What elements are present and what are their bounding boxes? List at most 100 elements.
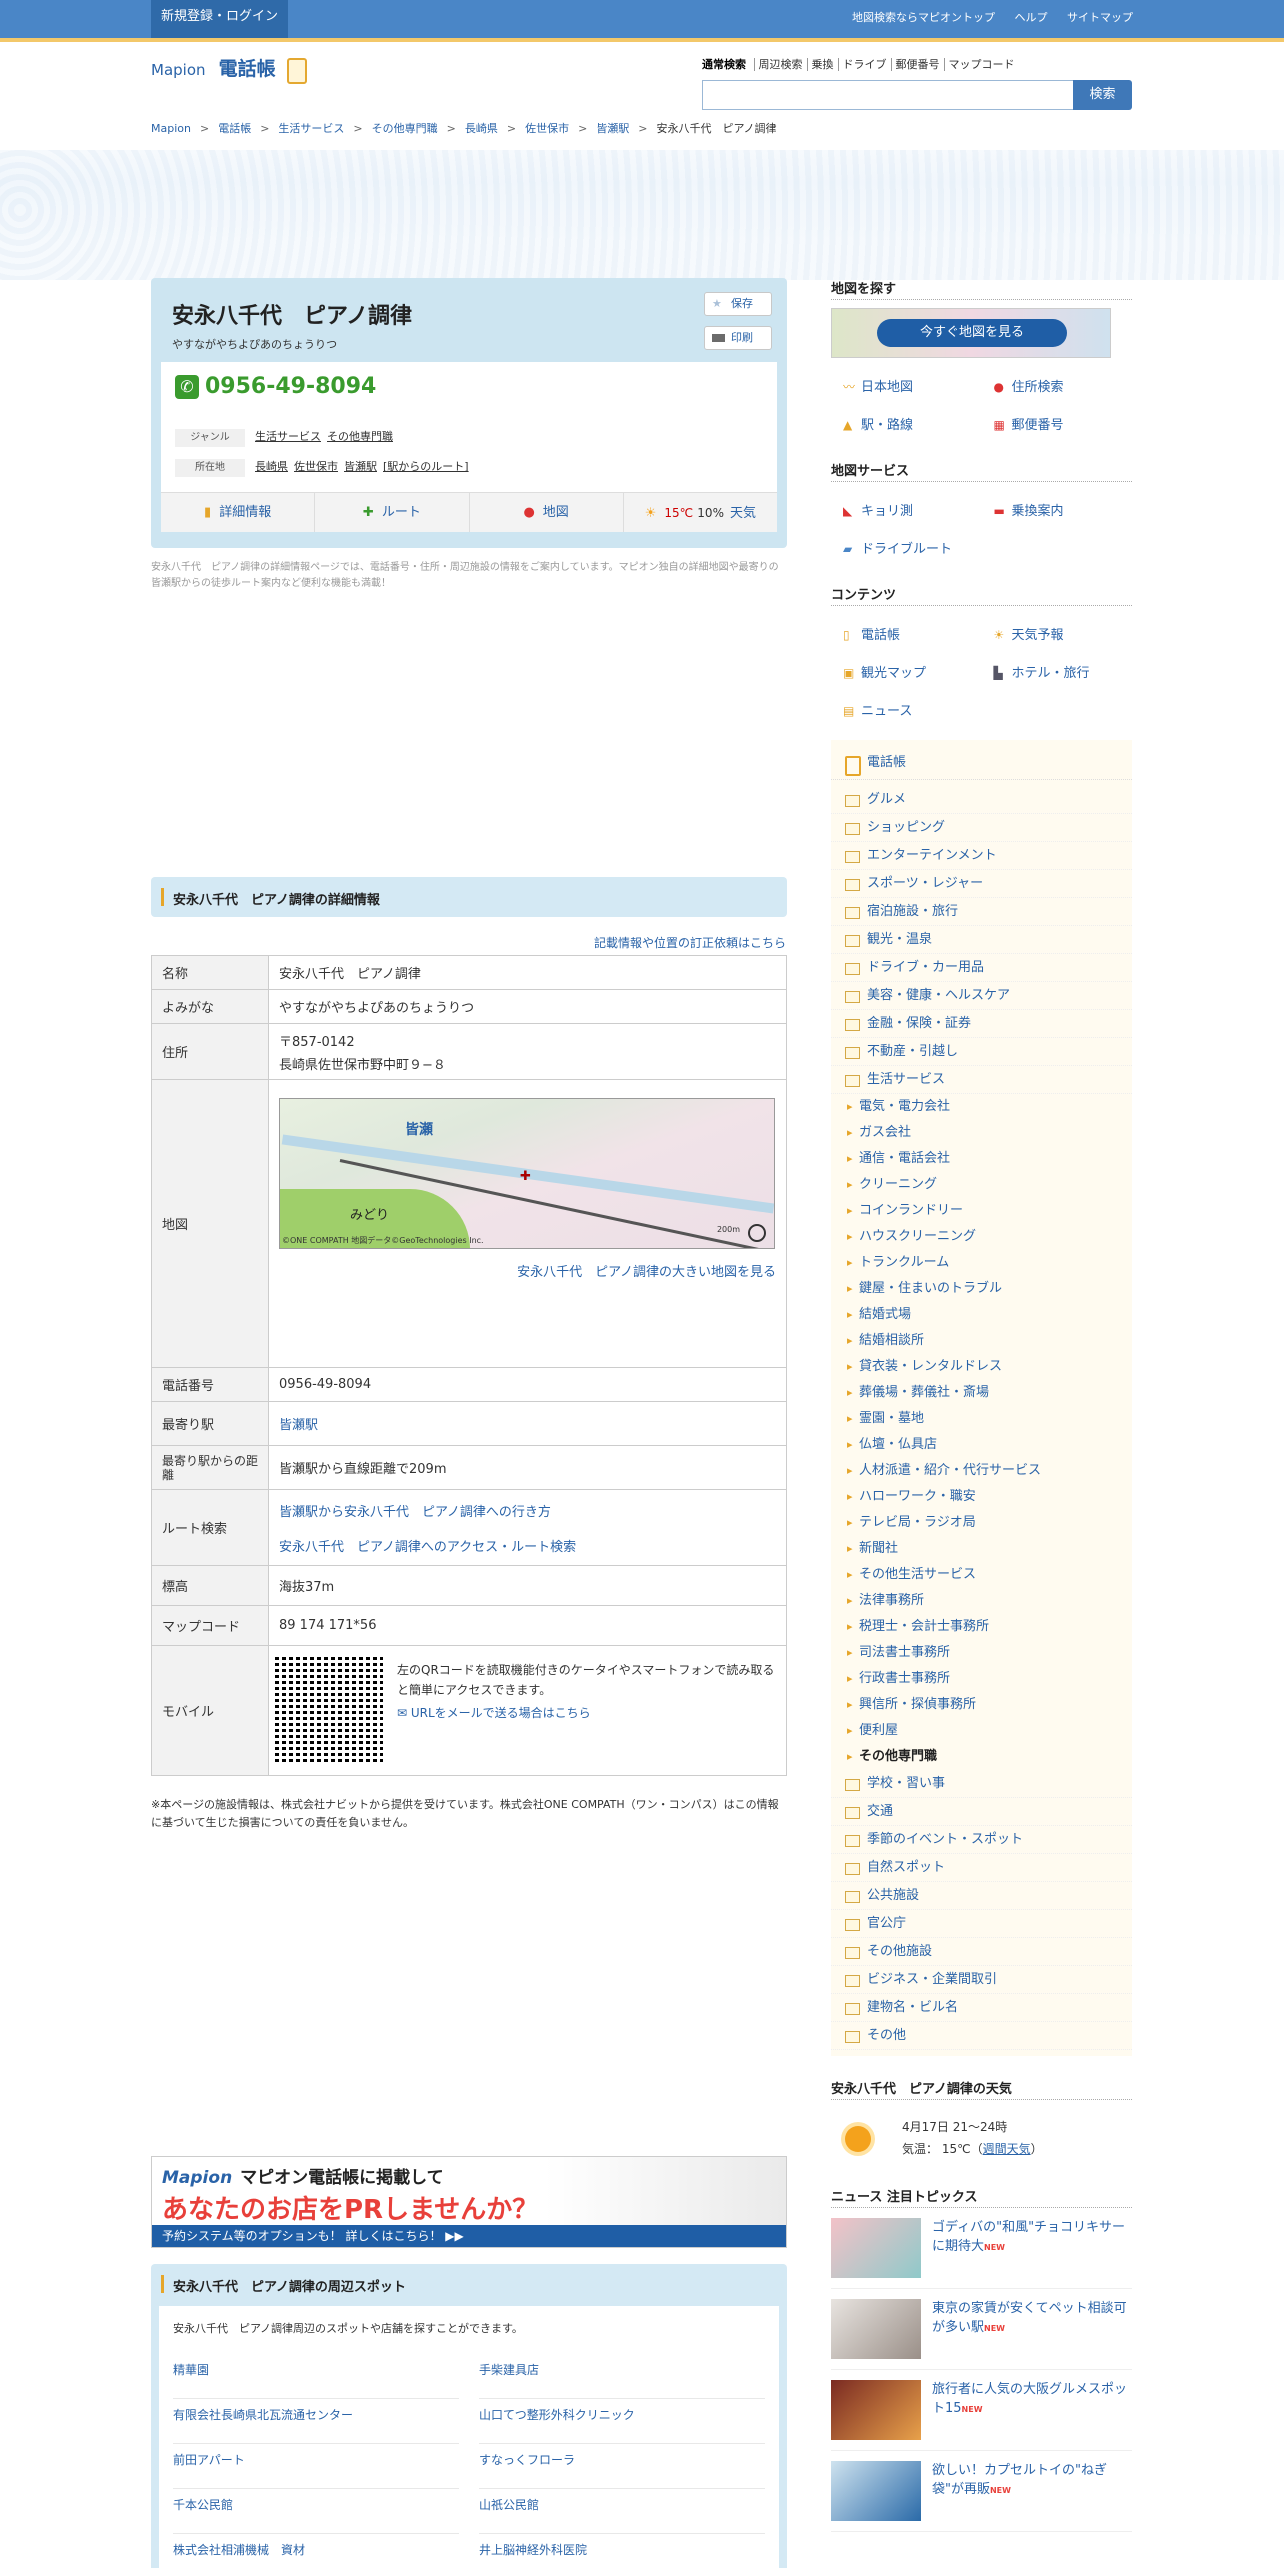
category-item[interactable]: 建物名・ビル名 — [831, 1994, 1132, 2022]
subcategory-item[interactable]: 貸衣装・レンタルドレス — [831, 1354, 1132, 1380]
subcategory-item[interactable]: ハローワーク・職安 — [831, 1484, 1132, 1510]
weather-link[interactable]: ☀ 天気予報 — [982, 616, 1133, 654]
subcategory-item[interactable]: 通信・電話会社 — [831, 1146, 1132, 1172]
help-link[interactable]: ヘルプ — [1015, 11, 1048, 24]
subcategory-item[interactable]: ガス会社 — [831, 1120, 1132, 1146]
category-item[interactable]: エンターテインメント — [831, 842, 1132, 870]
news-link[interactable]: ▤ ニュース — [831, 692, 982, 730]
genre-life[interactable]: 生活サービス — [255, 430, 321, 443]
subcategory-item[interactable]: 税理士・会計士事務所 — [831, 1614, 1132, 1640]
category-heading[interactable]: 電話帳 — [831, 746, 1132, 780]
category-item[interactable]: 不動産・引越し — [831, 1038, 1132, 1066]
mapion-logo[interactable]: Mapion — [151, 61, 206, 79]
subcategory-item[interactable]: 結婚相談所 — [831, 1328, 1132, 1354]
category-item[interactable]: その他 — [831, 2022, 1132, 2050]
subcategory-item[interactable]: 行政書士事務所 — [831, 1666, 1132, 1692]
category-item[interactable]: 美容・健康・ヘルスケア — [831, 982, 1132, 1010]
correction-link[interactable]: 記載情報や位置の訂正依頼はこちら — [594, 934, 786, 951]
category-item[interactable]: スポーツ・レジャー — [831, 870, 1132, 898]
mobile-mail-link[interactable]: URLをメールで送る場合はこちら — [411, 1706, 591, 1720]
pr-banner[interactable]: Mapion マピオン電話帳に掲載して あなたのお店をPRしませんか？ 予約システ… — [151, 2156, 787, 2248]
category-item[interactable]: グルメ — [831, 786, 1132, 814]
category-item[interactable]: ドライブ・カー用品 — [831, 954, 1132, 982]
route-link-2[interactable]: 安永八千代 ピアノ調律へのアクセス・ルート検索 — [279, 1540, 576, 1555]
category-item[interactable]: 官公庁 — [831, 1910, 1132, 1938]
addr-route[interactable]: [駅からのルート] — [383, 460, 469, 473]
phonebook-link[interactable]: ▯ 電話帳 — [831, 616, 982, 654]
subcategory-item[interactable]: 興信所・探偵事務所 — [831, 1692, 1132, 1718]
subcategory-item[interactable]: 電気・電力会社 — [831, 1094, 1132, 1120]
subcategory-item[interactable]: トランクルーム — [831, 1250, 1132, 1276]
addr-pref[interactable]: 長崎県 — [255, 460, 288, 473]
search-button[interactable]: 検索 — [1073, 80, 1132, 110]
map-now-button[interactable]: 今すぐ地図を見る — [877, 319, 1067, 347]
genre-other[interactable]: その他専門職 — [327, 430, 393, 443]
nearby-item[interactable]: 株式会社相浦機械 資材 — [173, 2534, 459, 2568]
mapion-top-link[interactable]: 地図検索ならマピオントップ — [852, 11, 995, 24]
category-item[interactable]: 交通 — [831, 1798, 1132, 1826]
addr-city[interactable]: 佐世保市 — [294, 460, 338, 473]
search-tab-transit[interactable]: 乗換 — [806, 58, 838, 71]
distance-link[interactable]: ◣ キョリ測 — [831, 492, 982, 530]
weekly-weather-link[interactable]: 週間天気 — [983, 2142, 1031, 2156]
big-map-link[interactable]: 安永八千代 ピアノ調律の大きい地図を見る — [279, 1261, 776, 1280]
subcategory-item[interactable]: クリーニング — [831, 1172, 1132, 1198]
address-search-link[interactable]: ● 住所検索 — [982, 368, 1133, 406]
category-item[interactable]: 生活サービス — [831, 1066, 1132, 1094]
nearby-item[interactable]: 千本公民館 — [173, 2489, 459, 2534]
crumb-pref[interactable]: 長崎県 — [465, 122, 498, 135]
zip-link[interactable]: ▦ 郵便番号 — [982, 406, 1133, 444]
crumb-other[interactable]: その他専門職 — [372, 122, 438, 135]
category-item[interactable]: 公共施設 — [831, 1882, 1132, 1910]
station-link[interactable]: ▲ 駅・路線 — [831, 406, 982, 444]
category-item[interactable]: 金融・保険・証券 — [831, 1010, 1132, 1038]
transit-link[interactable]: ▬ 乗換案内 — [982, 492, 1133, 530]
tab-route[interactable]: ✚ ルート — [315, 493, 470, 532]
route-link-1[interactable]: 皆瀬駅から安永八千代 ピアノ調律への行き方 — [279, 1505, 551, 1520]
tab-weather[interactable]: ☀ 15℃ 10% 天気 — [624, 493, 777, 532]
station-link[interactable]: 皆瀬駅 — [279, 1418, 318, 1433]
nearby-item[interactable]: 山口てつ整形外科クリニック — [479, 2399, 765, 2444]
tab-map[interactable]: ● 地図 — [470, 493, 624, 532]
tab-detail[interactable]: ▮ 詳細情報 — [161, 493, 316, 532]
subcategory-item[interactable]: テレビ局・ラジオ局 — [831, 1510, 1132, 1536]
nearby-item[interactable]: 有限会社長崎県北瓦流通センター — [173, 2399, 459, 2444]
logo[interactable]: Mapion 電話帳 — [151, 54, 307, 84]
search-tab-normal[interactable]: 通常検索 — [702, 58, 750, 71]
map-preview[interactable]: 今すぐ地図を見る — [831, 308, 1111, 358]
nearby-item[interactable]: すなっくフローラ — [479, 2444, 765, 2489]
sitemap-link[interactable]: サイトマップ — [1067, 11, 1133, 24]
search-tab-mapcode[interactable]: マップコード — [943, 58, 1019, 71]
nearby-item[interactable]: 前田アパート — [173, 2444, 459, 2489]
category-item[interactable]: その他施設 — [831, 1938, 1132, 1966]
search-tab-nearby[interactable]: 周辺検索 — [753, 58, 807, 71]
category-item[interactable]: 自然スポット — [831, 1854, 1132, 1882]
phonebook-title[interactable]: 電話帳 — [219, 58, 276, 80]
drive-link[interactable]: ▰ ドライブルート — [831, 530, 982, 568]
subcategory-item[interactable]: その他専門職 — [831, 1744, 1132, 1770]
subcategory-item[interactable]: 結婚式場 — [831, 1302, 1132, 1328]
subcategory-item[interactable]: その他生活サービス — [831, 1562, 1132, 1588]
hotel-link[interactable]: ▙ ホテル・旅行 — [982, 654, 1133, 692]
subcategory-item[interactable]: 霊園・墓地 — [831, 1406, 1132, 1432]
subcategory-item[interactable]: 仏壇・仏具店 — [831, 1432, 1132, 1458]
tourism-link[interactable]: ▣ 観光マップ — [831, 654, 982, 692]
news-item[interactable]: 欲しい！カプセルトイの"ねぎ袋"が再販NEW — [831, 2451, 1132, 2532]
subcategory-item[interactable]: 新聞社 — [831, 1536, 1132, 1562]
subcategory-item[interactable]: 葬儀場・葬儀社・斎場 — [831, 1380, 1132, 1406]
nearby-item[interactable]: 井上脳神経外科医院 — [479, 2534, 765, 2568]
nearby-item[interactable]: 手柴建具店 — [479, 2354, 765, 2399]
crumb-station[interactable]: 皆瀬駅 — [596, 122, 629, 135]
addr-station[interactable]: 皆瀬駅 — [344, 460, 377, 473]
crumb-phonebook[interactable]: 電話帳 — [218, 122, 251, 135]
category-item[interactable]: 学校・習い事 — [831, 1770, 1132, 1798]
login-link[interactable]: 新規登録・ログイン — [151, 0, 289, 38]
news-item[interactable]: 東京の家賃が安くてペット相談可が多い駅NEW — [831, 2289, 1132, 2370]
subcategory-item[interactable]: 鍵屋・住まいのトラブル — [831, 1276, 1132, 1302]
search-input[interactable] — [702, 80, 1074, 110]
search-tab-drive[interactable]: ドライブ — [837, 58, 891, 71]
japan-map-link[interactable]: 〰日本地図 — [831, 368, 982, 406]
subcategory-item[interactable]: 人材派遣・紹介・代行サービス — [831, 1458, 1132, 1484]
category-item[interactable]: 季節のイベント・スポット — [831, 1826, 1132, 1854]
nearby-item[interactable]: 山祇公民館 — [479, 2489, 765, 2534]
